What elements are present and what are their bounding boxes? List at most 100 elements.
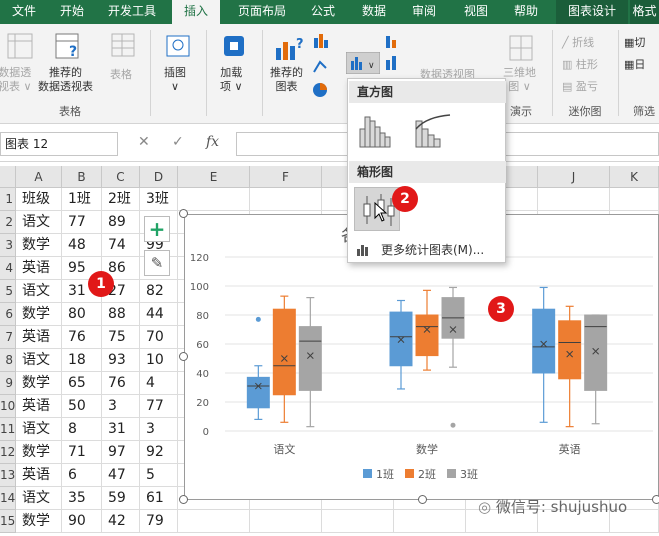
cell[interactable]: 59 bbox=[102, 487, 140, 510]
cell[interactable]: 语文 bbox=[16, 418, 62, 441]
cell[interactable]: 语文 bbox=[16, 487, 62, 510]
pareto-option[interactable] bbox=[410, 107, 456, 151]
cell[interactable]: 75 bbox=[102, 326, 140, 349]
cell[interactable]: 英语 bbox=[16, 257, 62, 280]
cell[interactable]: 3班 bbox=[140, 188, 178, 211]
cell[interactable]: 97 bbox=[102, 441, 140, 464]
cell[interactable] bbox=[250, 510, 322, 533]
cell[interactable]: 44 bbox=[140, 303, 178, 326]
row-header[interactable]: 11 bbox=[0, 418, 16, 441]
row-header[interactable]: 3 bbox=[0, 234, 16, 257]
recommended-pivot-button[interactable]: 推荐的 数据透视表 bbox=[38, 66, 93, 94]
cell[interactable]: 18 bbox=[62, 349, 102, 372]
cell[interactable]: 数学 bbox=[16, 372, 62, 395]
cell[interactable]: 10 bbox=[140, 349, 178, 372]
cell[interactable]: 6 bbox=[62, 464, 102, 487]
row-header[interactable]: 12 bbox=[0, 441, 16, 464]
cell[interactable]: 3 bbox=[102, 395, 140, 418]
slicer-button[interactable]: ▦切 bbox=[624, 34, 645, 50]
illustrations-button[interactable]: 插图 ∨ bbox=[164, 66, 186, 94]
cell[interactable]: 3 bbox=[140, 418, 178, 441]
tab-format[interactable]: 格式 bbox=[630, 0, 659, 24]
cell[interactable]: 语文 bbox=[16, 211, 62, 234]
cell[interactable]: 31 bbox=[102, 418, 140, 441]
tab-developer[interactable]: 开发工具 bbox=[96, 0, 168, 24]
cell[interactable] bbox=[322, 510, 394, 533]
resize-handle[interactable] bbox=[652, 495, 659, 504]
cell[interactable]: 数学 bbox=[16, 441, 62, 464]
row-header[interactable]: 5 bbox=[0, 280, 16, 303]
tab-view[interactable]: 视图 bbox=[452, 0, 500, 24]
tab-insert[interactable]: 插入 bbox=[172, 0, 220, 24]
tab-chart-design[interactable]: 图表设计 bbox=[556, 0, 628, 24]
column-header[interactable]: J bbox=[538, 166, 610, 188]
cell[interactable]: 语文 bbox=[16, 349, 62, 372]
cell[interactable]: 42 bbox=[102, 510, 140, 533]
cell[interactable]: 71 bbox=[62, 441, 102, 464]
chart-type-icons[interactable] bbox=[312, 32, 348, 102]
chart-styles-button[interactable]: ✎ bbox=[144, 250, 170, 276]
addins-button[interactable]: 加载 项 ∨ bbox=[220, 66, 243, 94]
cell[interactable]: 89 bbox=[102, 211, 140, 234]
row-header[interactable]: 15 bbox=[0, 510, 16, 533]
column-header[interactable]: A bbox=[16, 166, 62, 188]
map3d-button[interactable]: 三维地 图 ∨ bbox=[503, 66, 536, 94]
row-header[interactable]: 1 bbox=[0, 188, 16, 211]
sparkline-line-button[interactable]: ╱ 折线 bbox=[562, 34, 594, 50]
column-header[interactable]: C bbox=[102, 166, 140, 188]
cell[interactable] bbox=[178, 188, 250, 211]
row-header[interactable]: 4 bbox=[0, 257, 16, 280]
cell[interactable]: 80 bbox=[62, 303, 102, 326]
cell[interactable] bbox=[178, 510, 250, 533]
row-header[interactable]: 9 bbox=[0, 372, 16, 395]
name-box[interactable]: 图表 12 bbox=[0, 132, 118, 156]
cell[interactable]: 74 bbox=[102, 234, 140, 257]
row-header[interactable]: 6 bbox=[0, 303, 16, 326]
resize-handle[interactable] bbox=[179, 352, 188, 361]
cell[interactable]: 79 bbox=[140, 510, 178, 533]
cell[interactable]: 76 bbox=[62, 326, 102, 349]
cell[interactable]: 班级 bbox=[16, 188, 62, 211]
cell[interactable]: 77 bbox=[62, 211, 102, 234]
cell[interactable]: 50 bbox=[62, 395, 102, 418]
tab-file[interactable]: 文件 bbox=[0, 0, 48, 24]
cell[interactable]: 英语 bbox=[16, 395, 62, 418]
row-header[interactable]: 10 bbox=[0, 395, 16, 418]
recommended-charts-button[interactable]: 推荐的 图表 bbox=[270, 66, 303, 94]
timeline-button[interactable]: ▦日 bbox=[624, 56, 645, 72]
tab-data[interactable]: 数据 bbox=[350, 0, 398, 24]
cell[interactable] bbox=[250, 188, 322, 211]
cell[interactable]: 76 bbox=[102, 372, 140, 395]
statistic-chart-icon[interactable]: ∨ bbox=[346, 52, 380, 74]
cell[interactable]: 数学 bbox=[16, 510, 62, 533]
cell[interactable]: 英语 bbox=[16, 464, 62, 487]
cell[interactable]: 70 bbox=[140, 326, 178, 349]
cell[interactable]: 61 bbox=[140, 487, 178, 510]
cell[interactable]: 5 bbox=[140, 464, 178, 487]
pivot-table-button[interactable]: 数据透 视表 ∨ bbox=[0, 66, 32, 94]
row-header[interactable]: 7 bbox=[0, 326, 16, 349]
tab-page-layout[interactable]: 页面布局 bbox=[226, 0, 298, 24]
sparkline-column-button[interactable]: ▥ 柱形 bbox=[562, 56, 598, 72]
cancel-icon[interactable]: ✕ bbox=[138, 134, 150, 150]
resize-handle[interactable] bbox=[179, 495, 188, 504]
cell[interactable]: 48 bbox=[62, 234, 102, 257]
cell[interactable]: 77 bbox=[140, 395, 178, 418]
cell[interactable]: 数学 bbox=[16, 234, 62, 257]
cell[interactable] bbox=[394, 510, 466, 533]
cell[interactable]: 82 bbox=[140, 280, 178, 303]
cell[interactable]: 65 bbox=[62, 372, 102, 395]
row-header[interactable]: 14 bbox=[0, 487, 16, 510]
cell[interactable] bbox=[610, 188, 659, 211]
cell[interactable] bbox=[538, 188, 610, 211]
tab-help[interactable]: 帮助 bbox=[502, 0, 550, 24]
cell[interactable]: 语文 bbox=[16, 280, 62, 303]
cell[interactable]: 数学 bbox=[16, 303, 62, 326]
cell[interactable]: 93 bbox=[102, 349, 140, 372]
column-header[interactable]: E bbox=[178, 166, 250, 188]
function-icon[interactable]: fx bbox=[206, 134, 219, 150]
row-header[interactable]: 13 bbox=[0, 464, 16, 487]
tab-formulas[interactable]: 公式 bbox=[300, 0, 346, 24]
cell[interactable]: 90 bbox=[62, 510, 102, 533]
column-header[interactable]: F bbox=[250, 166, 322, 188]
